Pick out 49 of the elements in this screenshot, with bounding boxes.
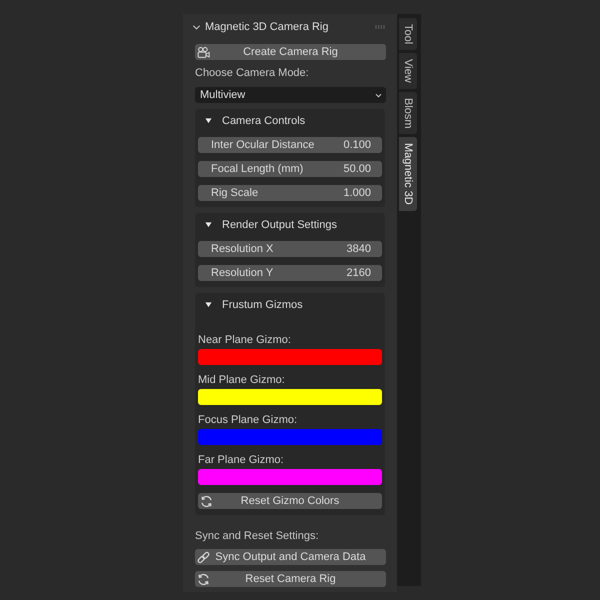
reset-rig-button[interactable]: Reset Camera Rig bbox=[195, 571, 386, 587]
section-label: Sync and Reset Settings: bbox=[195, 529, 320, 543]
gizmo-label: Near Plane Gizmo: bbox=[198, 333, 292, 348]
field-value: 3840 bbox=[346, 243, 371, 255]
field-label: Inter Ocular Distance bbox=[211, 139, 314, 151]
sidebar-tab[interactable]: Magnetic 3D bbox=[399, 137, 417, 212]
mode-label: Choose Camera Mode: bbox=[195, 66, 310, 80]
create-rig-button[interactable]: Create Camera Rig bbox=[195, 44, 386, 60]
color-field[interactable] bbox=[198, 349, 382, 365]
link-icon bbox=[197, 550, 210, 564]
subpanel-title: Frustum Gizmos bbox=[222, 298, 303, 310]
reset-colors-button[interactable]: Reset Gizmo Colors bbox=[198, 493, 382, 509]
color-field[interactable] bbox=[198, 389, 382, 405]
number-field[interactable]: Focal Length (mm) 50.00 bbox=[198, 161, 382, 177]
color-field[interactable] bbox=[198, 469, 382, 485]
grip-icon[interactable] bbox=[375, 25, 385, 29]
chevron-icon[interactable] bbox=[192, 22, 201, 32]
field-value: 0.100 bbox=[343, 139, 371, 151]
refresh-icon bbox=[200, 494, 213, 508]
field-label: Focal Length (mm) bbox=[211, 163, 304, 175]
gizmo-label: Mid Plane Gizmo: bbox=[198, 373, 286, 388]
caret-icon bbox=[375, 92, 382, 98]
number-field[interactable]: Inter Ocular Distance 0.100 bbox=[198, 137, 382, 153]
camera-icon bbox=[197, 46, 210, 58]
sidebar-tab[interactable]: Blosm bbox=[399, 92, 417, 134]
subpanel-title: Camera Controls bbox=[222, 114, 306, 126]
sidebar-tab[interactable]: Tool bbox=[399, 18, 417, 50]
refresh-icon bbox=[197, 572, 210, 586]
field-value: 1.000 bbox=[343, 187, 371, 199]
triangle-icon[interactable] bbox=[205, 117, 212, 124]
field-value: 2160 bbox=[346, 267, 371, 279]
field-label: Resolution X bbox=[211, 243, 274, 255]
sidebar-tab[interactable]: View bbox=[399, 53, 417, 89]
field-label: Resolution Y bbox=[211, 267, 274, 279]
field-value: 50.00 bbox=[343, 163, 371, 175]
triangle-icon[interactable] bbox=[205, 301, 212, 308]
gizmo-label: Focus Plane Gizmo: bbox=[198, 413, 298, 428]
subpanel-title: Render Output Settings bbox=[222, 218, 337, 230]
gizmo-label: Far Plane Gizmo: bbox=[198, 453, 285, 468]
number-field[interactable]: Resolution Y 2160 bbox=[198, 265, 382, 281]
panel-title: Magnetic 3D Camera Rig bbox=[205, 21, 328, 33]
field-label: Rig Scale bbox=[211, 187, 258, 199]
triangle-icon[interactable] bbox=[205, 221, 212, 228]
color-field[interactable] bbox=[198, 429, 382, 445]
number-field[interactable]: Rig Scale 1.000 bbox=[198, 185, 382, 201]
dropdown-value: Multiview bbox=[200, 89, 246, 101]
sync-button[interactable]: Sync Output and Camera Data bbox=[195, 549, 386, 565]
mode-dropdown[interactable]: Multiview bbox=[195, 87, 386, 103]
number-field[interactable]: Resolution X 3840 bbox=[198, 241, 382, 257]
